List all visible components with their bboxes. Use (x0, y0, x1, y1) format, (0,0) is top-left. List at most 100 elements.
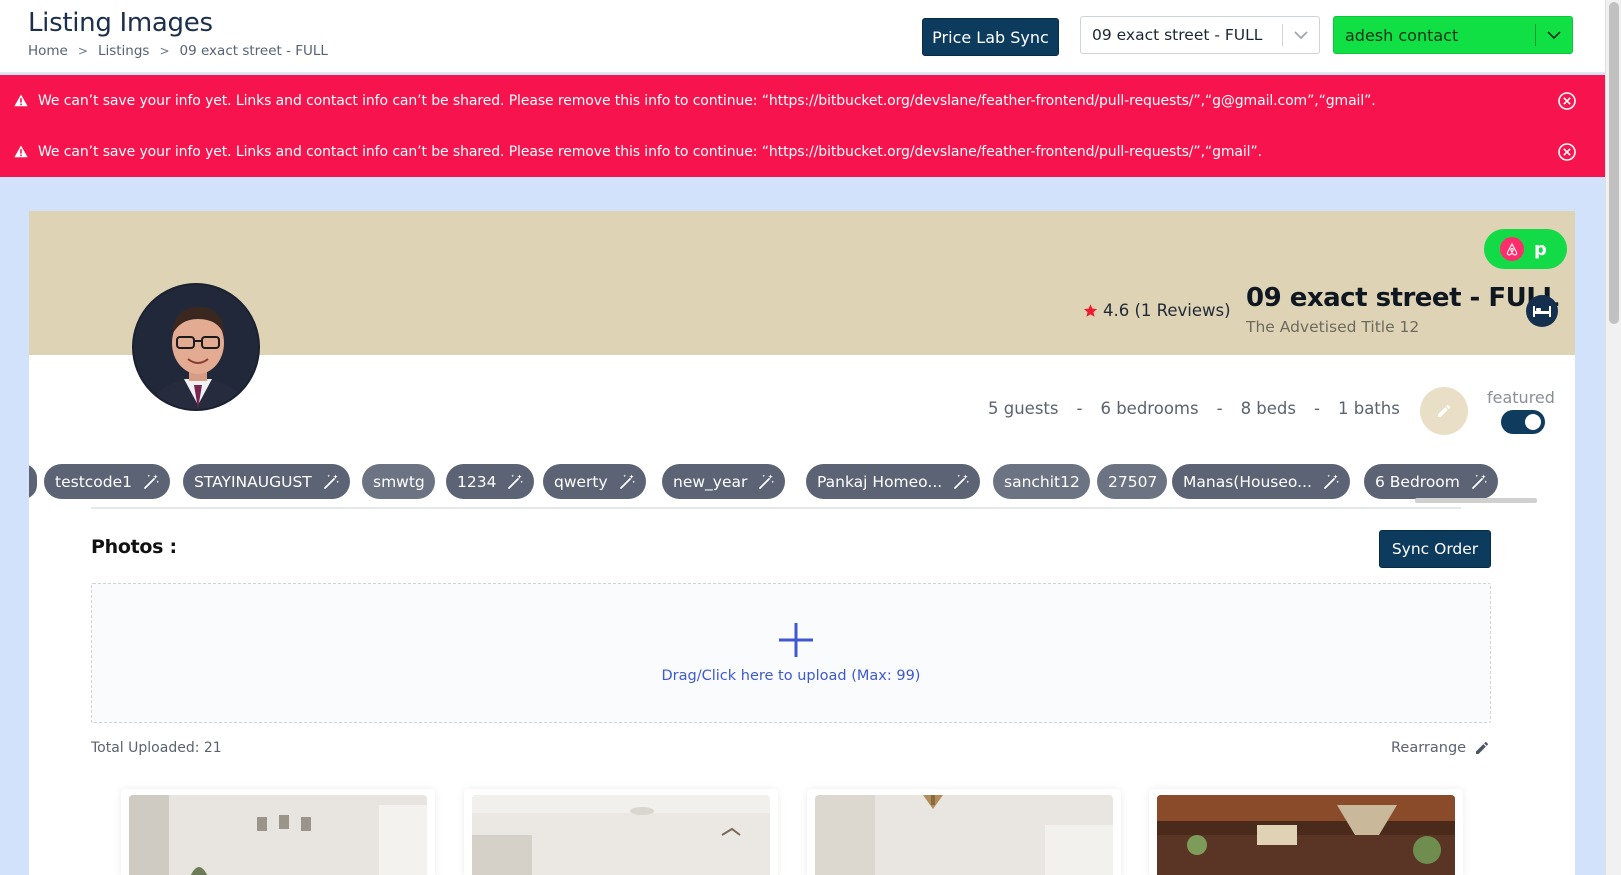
contact-select-value: adesh contact (1345, 25, 1459, 45)
magic-wand-icon[interactable] (1322, 473, 1340, 491)
close-circle-icon[interactable] (1557, 142, 1577, 162)
divider (91, 507, 1461, 509)
breadcrumb-separator-icon: > (159, 44, 170, 58)
tag-chip[interactable]: 1234 (446, 464, 535, 499)
rearrange-label: Rearrange (1391, 740, 1467, 756)
platform-badge[interactable]: p (1484, 229, 1567, 269)
advertised-title: The Advetised Title 12 (1246, 318, 1420, 336)
price-lab-sync-button[interactable]: Price Lab Sync (922, 18, 1059, 56)
tag-chip[interactable]: testcode1 (44, 464, 171, 499)
scrollbar-thumb[interactable] (1609, 2, 1619, 324)
featured-label: featured (1487, 388, 1555, 407)
tag-label: 6 Bedroom (1375, 472, 1460, 491)
magic-wand-icon[interactable] (142, 473, 160, 491)
rearrange-button[interactable]: Rearrange (1391, 740, 1490, 756)
chevron-down-icon (1536, 30, 1572, 40)
beds-count: 8 beds (1240, 399, 1297, 418)
warning-triangle-icon (14, 94, 28, 107)
alert-message: We can’t save your info yet. Links and c… (38, 143, 1262, 160)
stat-separator: - (1216, 399, 1223, 418)
contact-select[interactable]: adesh contact (1333, 16, 1573, 54)
tag-chip[interactable] (29, 464, 37, 499)
pencil-icon (1438, 405, 1450, 417)
rating-text: 4.6 (1 Reviews) (1103, 301, 1231, 320)
error-alert: We can’t save your info yet. Links and c… (0, 75, 1605, 126)
photo-thumbnail (1157, 795, 1455, 875)
tag-label: 27507 (1108, 472, 1158, 491)
tag-label: new_year (673, 472, 748, 491)
baths-count: 1 baths (1337, 399, 1400, 418)
star-icon (1083, 304, 1098, 317)
listing-stats: 5 guests - 6 bedrooms - 8 beds - 1 baths (988, 399, 1400, 418)
tag-chip[interactable]: 27507 (1097, 464, 1168, 499)
airbnb-icon (1500, 237, 1524, 261)
total-uploaded: Total Uploaded: 21 (91, 740, 222, 756)
featured-toggle[interactable] (1501, 410, 1545, 434)
tag-label: STAYINAUGUST (194, 472, 312, 491)
toggle-knob (1525, 414, 1541, 430)
breadcrumb-current: 09 exact street - FULL (179, 43, 328, 59)
avatar (132, 283, 260, 411)
close-circle-icon[interactable] (1557, 91, 1577, 111)
tag-label: sanchit12 (1004, 472, 1080, 491)
platform-initial: p (1534, 238, 1547, 260)
magic-wand-icon[interactable] (506, 473, 524, 491)
magic-wand-icon[interactable] (1470, 473, 1488, 491)
photo-card[interactable] (121, 789, 435, 875)
listing-select-value: 09 exact street - FULL (1092, 26, 1263, 44)
page-scrollbar[interactable] (1605, 0, 1621, 875)
tag-label: qwerty (554, 472, 608, 491)
breadcrumb: Home > Listings > 09 exact street - FULL (28, 43, 328, 59)
upload-dropzone[interactable]: Drag/Click here to upload (Max: 99) (91, 583, 1491, 723)
breadcrumb-home[interactable]: Home (28, 43, 68, 59)
tag-chip[interactable]: sanchit12 (993, 464, 1090, 499)
tag-chip[interactable]: Manas(Houseo... (1172, 464, 1350, 499)
tag-label: testcode1 (55, 472, 133, 491)
page-header: Listing Images Home > Listings > 09 exac… (0, 0, 1605, 73)
stat-separator: - (1314, 399, 1320, 418)
photo-card[interactable] (464, 789, 778, 875)
rating: 4.6 (1 Reviews) (1083, 301, 1231, 320)
pencil-icon (1476, 742, 1489, 754)
tag-label: 1234 (457, 472, 497, 491)
error-alert: We can’t save your info yet. Links and c… (0, 126, 1605, 177)
tags-scroll-indicator[interactable] (1415, 498, 1537, 503)
breadcrumb-separator-icon: > (77, 44, 88, 58)
tag-label: Pankaj Homeo... (817, 472, 943, 491)
tag-chip[interactable]: STAYINAUGUST (183, 464, 350, 499)
alert-message: We can’t save your info yet. Links and c… (38, 92, 1376, 109)
page-title: Listing Images (28, 8, 213, 38)
edit-listing-button[interactable] (1420, 387, 1468, 435)
magic-wand-icon[interactable] (757, 473, 775, 491)
bed-icon (1526, 295, 1558, 327)
tag-chip[interactable]: 6 Bedroom (1364, 464, 1498, 499)
guests-count: 5 guests (988, 399, 1059, 418)
magic-wand-icon[interactable] (322, 473, 340, 491)
photo-card[interactable] (807, 789, 1121, 875)
listing-card: p 4.6 (1 Reviews) 09 exact street - FULL… (29, 211, 1575, 875)
magic-wand-icon[interactable] (952, 473, 970, 491)
plus-icon (779, 623, 813, 657)
breadcrumb-listings[interactable]: Listings (98, 43, 150, 59)
photo-card[interactable] (1149, 789, 1463, 875)
tag-chip[interactable]: smwtg (362, 464, 435, 499)
sync-order-button[interactable]: Sync Order (1379, 530, 1491, 568)
tag-label: Manas(Houseo... (1183, 472, 1312, 491)
tag-chip[interactable]: qwerty (543, 464, 646, 499)
tag-list: testcode1 STAYINAUGUST smwtg 1234 qwerty new_… (29, 464, 1559, 500)
upload-instructions: Drag/Click here to upload (Max: 99) (661, 668, 921, 684)
tag-label: smwtg (373, 472, 425, 491)
warning-triangle-icon (14, 145, 28, 158)
photo-thumbnail (472, 795, 770, 875)
chevron-down-icon (1283, 30, 1319, 40)
photos-heading: Photos : (91, 536, 177, 558)
listing-name: 09 exact street - FULL (1246, 283, 1559, 313)
tag-chip[interactable]: Pankaj Homeo... (806, 464, 981, 499)
tag-chip[interactable]: new_year (662, 464, 786, 499)
cover-banner: p 4.6 (1 Reviews) 09 exact street - FULL… (29, 211, 1575, 355)
photo-thumbnail (129, 795, 427, 875)
stat-separator: - (1076, 399, 1083, 418)
magic-wand-icon[interactable] (618, 473, 636, 491)
listing-select[interactable]: 09 exact street - FULL (1080, 16, 1320, 54)
bedrooms-count: 6 bedrooms (1100, 399, 1199, 418)
